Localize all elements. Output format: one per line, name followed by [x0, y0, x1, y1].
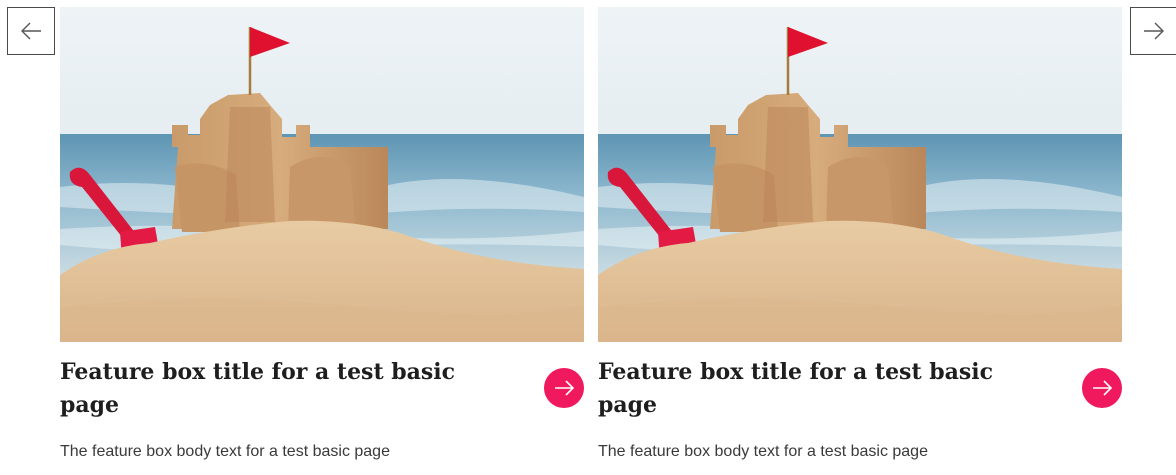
feature-box-body: The feature box body text for a test bas… — [598, 443, 928, 460]
feature-box: Feature box title for a test basic page … — [598, 7, 1122, 462]
feature-box-title[interactable]: Feature box title for a test basic page — [60, 356, 480, 422]
arrow-right-icon — [1144, 22, 1164, 40]
arrow-right-icon — [1093, 380, 1113, 396]
feature-box-title[interactable]: Feature box title for a test basic page — [598, 356, 1018, 422]
arrow-left-icon — [21, 22, 41, 40]
feature-box-header: Feature box title for a test basic page — [60, 356, 584, 422]
feature-box-link-button[interactable] — [1082, 368, 1122, 408]
feature-box-image[interactable] — [598, 7, 1122, 342]
feature-box-header: Feature box title for a test basic page — [598, 356, 1122, 422]
feature-box-body: The feature box body text for a test bas… — [60, 443, 390, 460]
arrow-right-icon — [555, 380, 575, 396]
feature-box: Feature box title for a test basic page … — [60, 7, 584, 462]
feature-box-link-button[interactable] — [544, 368, 584, 408]
carousel-prev-button[interactable] — [7, 7, 55, 55]
carousel-next-button[interactable] — [1130, 7, 1176, 55]
feature-box-image[interactable] — [60, 7, 584, 342]
